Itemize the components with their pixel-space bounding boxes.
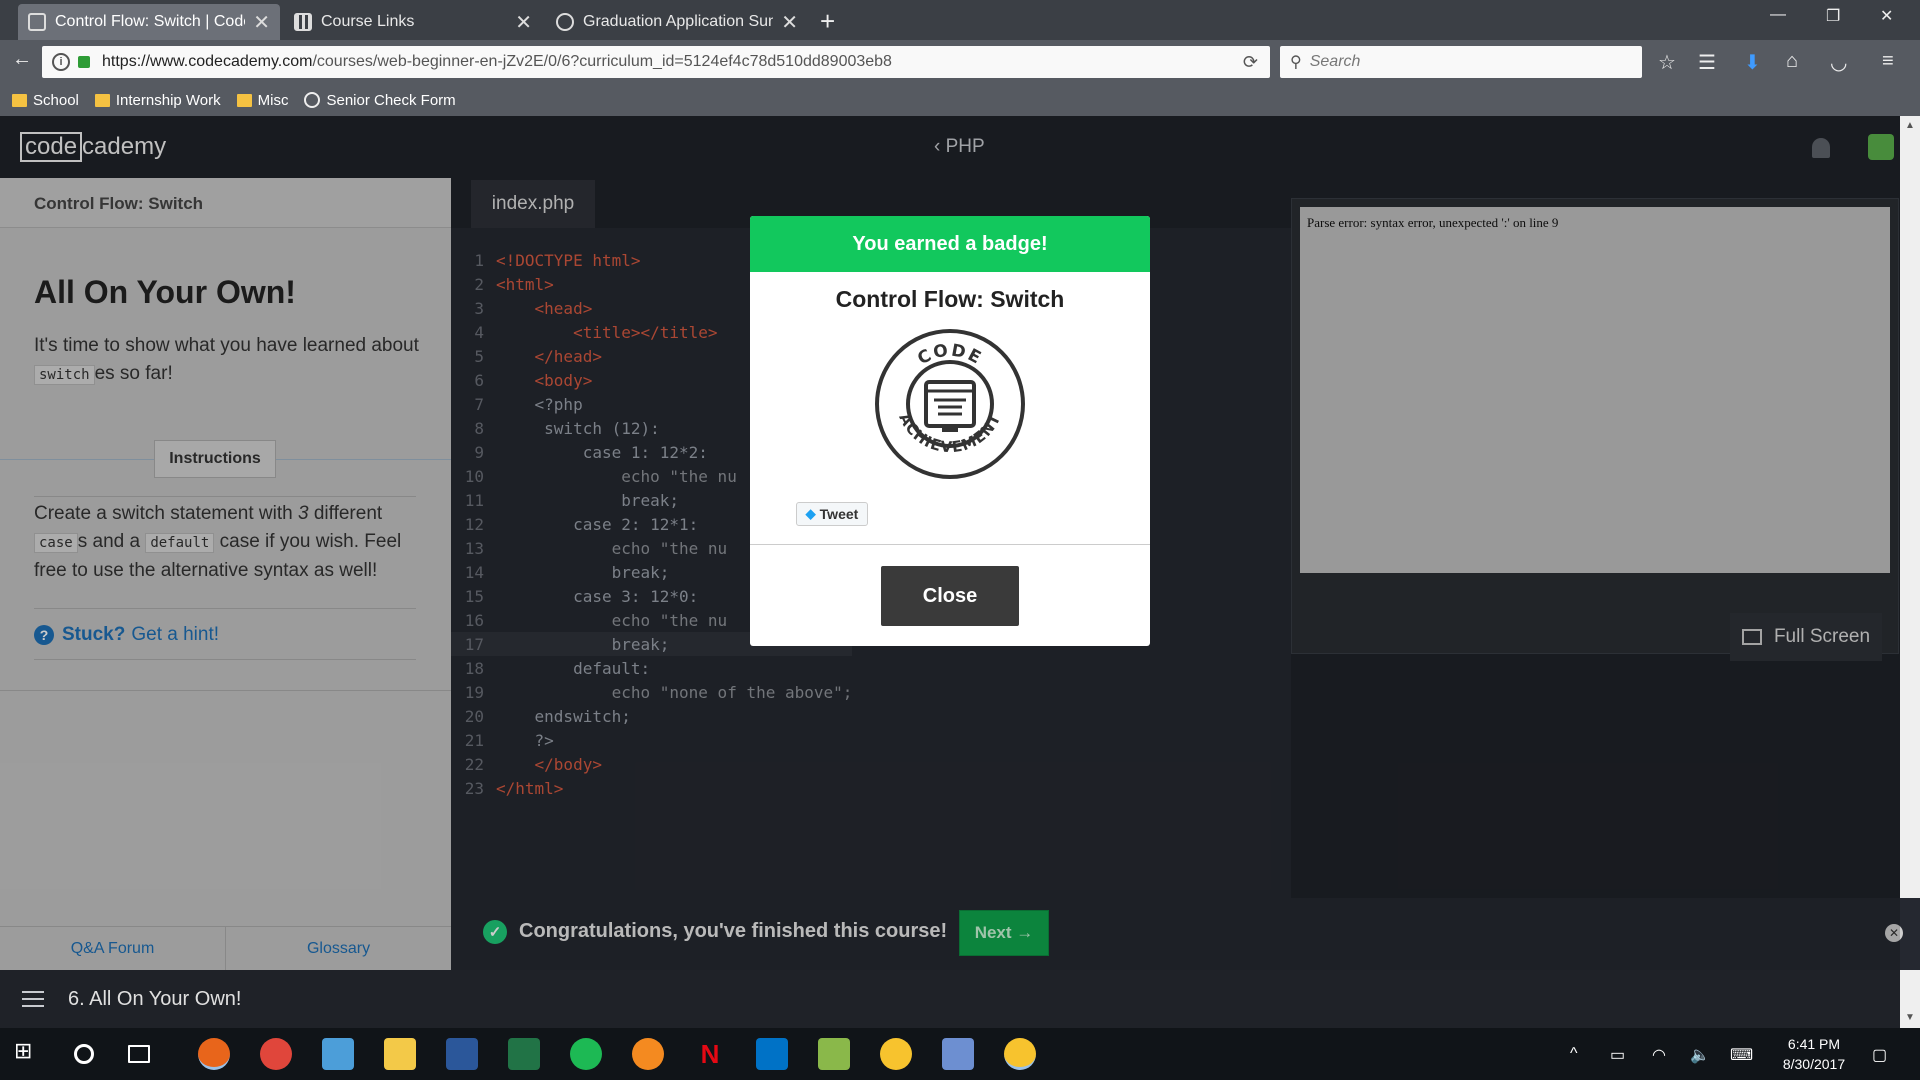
- chrome-icon[interactable]: [260, 1038, 292, 1070]
- home-icon[interactable]: ⌂: [1786, 50, 1798, 73]
- close-modal-button[interactable]: Close: [881, 566, 1019, 626]
- badge-bottom-text: ACHIEVEMENT: [895, 410, 1003, 456]
- search-placeholder: Search: [1309, 53, 1361, 70]
- close-window-icon[interactable]: ✕: [1880, 6, 1893, 26]
- codecademy-favicon-icon: [28, 13, 46, 31]
- twitter-bird-icon: ◆: [805, 506, 816, 521]
- bookmark-internship-work[interactable]: Internship Work: [94, 91, 221, 109]
- tab-label: Graduation Application Sum: [583, 13, 774, 30]
- lesson-number-title[interactable]: 6. All On Your Own!: [68, 988, 241, 1011]
- action-center-icon[interactable]: ▢: [1872, 1045, 1887, 1065]
- modal-title: Control Flow: Switch: [835, 286, 1065, 312]
- bookmark-label: Internship Work: [115, 91, 221, 109]
- code-achievement-badge-icon: CODE ACHIEVEMENT: [875, 329, 1025, 479]
- bookmark-label: School: [33, 91, 79, 109]
- browser-tabbar: Control Flow: Switch | Codec ✕ Course Li…: [0, 0, 1920, 40]
- close-tab-icon[interactable]: ✕: [781, 10, 798, 35]
- duck-icon[interactable]: [1004, 1038, 1036, 1070]
- tab-graduation-application[interactable]: Graduation Application Sum ✕: [546, 4, 808, 40]
- tab-control-flow[interactable]: Control Flow: Switch | Codec ✕: [18, 4, 280, 40]
- globe-icon: [304, 92, 321, 108]
- contacts-icon[interactable]: [322, 1038, 354, 1070]
- info-icon[interactable]: i: [52, 53, 70, 71]
- windows-taskbar: ⊞ N ^ ▭ ◠ 🔈 ⌨ 6:41 PM 8/30/2017 ▢: [0, 1028, 1920, 1080]
- browser-navbar: ← i https://www.codecademy.com /courses/…: [0, 40, 1920, 84]
- svg-text:ACHIEVEMENT: ACHIEVEMENT: [895, 410, 1004, 456]
- grid-favicon-icon: [294, 13, 312, 31]
- menu-icon[interactable]: ≡: [1882, 50, 1894, 73]
- spotify-icon[interactable]: [570, 1038, 602, 1070]
- pocket-icon[interactable]: ◡: [1830, 50, 1847, 75]
- bookmarks-bar: School Internship Work Misc Senior Check…: [0, 84, 1920, 116]
- bookmark-school[interactable]: School: [12, 92, 79, 109]
- scroll-down-icon[interactable]: ▼: [1905, 1012, 1915, 1023]
- bookmark-misc[interactable]: Misc: [236, 91, 289, 109]
- file-explorer-icon[interactable]: [384, 1038, 416, 1070]
- close-tab-icon[interactable]: ✕: [253, 10, 270, 35]
- excel-icon[interactable]: [508, 1038, 540, 1070]
- new-tab-button[interactable]: +: [820, 6, 835, 37]
- volume-muted-icon[interactable]: 🔈: [1690, 1045, 1710, 1065]
- back-arrow-icon[interactable]: ←: [12, 48, 32, 71]
- folder-icon: [94, 93, 110, 107]
- badge-modal: You earned a badge! Control Flow: Switch…: [750, 216, 1150, 646]
- wifi-icon[interactable]: ◠: [1652, 1045, 1666, 1065]
- badge-top-text: CODE: [914, 340, 983, 369]
- url-bar[interactable]: i https://www.codecademy.com /courses/we…: [42, 46, 1270, 78]
- battery-icon[interactable]: ▭: [1610, 1045, 1625, 1065]
- task-view-icon[interactable]: [128, 1045, 150, 1063]
- tab-label: Control Flow: Switch | Codec: [55, 13, 246, 30]
- download-icon[interactable]: ⬇: [1744, 50, 1761, 75]
- keyboard-icon[interactable]: ⌨: [1730, 1045, 1753, 1065]
- bookmark-label: Senior Check Form: [326, 91, 456, 109]
- word-icon[interactable]: [446, 1038, 478, 1070]
- scroll-up-icon[interactable]: ▲: [1905, 120, 1915, 131]
- modal-header: You earned a badge!: [750, 216, 1150, 272]
- minimize-icon[interactable]: —: [1770, 6, 1786, 24]
- bookmark-senior-check-form[interactable]: Senior Check Form: [304, 91, 456, 109]
- windows-start-icon[interactable]: ⊞: [14, 1038, 46, 1070]
- folder-icon: [236, 93, 252, 107]
- tweet-button[interactable]: ◆ Tweet: [796, 502, 868, 526]
- tab-label: Course Links: [321, 13, 415, 30]
- outlook-icon[interactable]: [756, 1038, 788, 1070]
- bookmark-label: Misc: [257, 91, 289, 109]
- page-scrollbar[interactable]: ▲ ▼: [1900, 116, 1920, 1028]
- tweet-label: Tweet: [819, 506, 859, 522]
- circle-favicon-icon: [556, 13, 574, 31]
- cortana-icon[interactable]: [74, 1044, 94, 1064]
- firefox-icon[interactable]: [198, 1038, 230, 1070]
- netflix-icon[interactable]: N: [694, 1038, 726, 1070]
- duck-icon[interactable]: [880, 1038, 912, 1070]
- tab-course-links[interactable]: Course Links ✕: [284, 4, 542, 40]
- clock-date[interactable]: 8/30/2017: [1774, 1056, 1854, 1072]
- lesson-bottom-bar: 6. All On Your Own!: [0, 970, 1900, 1028]
- divider: [750, 544, 1150, 545]
- hamburger-menu-icon[interactable]: [22, 991, 44, 1007]
- close-tab-icon[interactable]: ✕: [515, 10, 532, 35]
- clock-time[interactable]: 6:41 PM: [1774, 1036, 1854, 1052]
- svg-text:CODE: CODE: [914, 340, 985, 369]
- url-domain: https://www.codecademy.com: [102, 53, 313, 70]
- reader-list-icon[interactable]: ☰: [1698, 50, 1716, 75]
- show-hidden-icon[interactable]: ^: [1570, 1045, 1578, 1063]
- media-player-icon[interactable]: [632, 1038, 664, 1070]
- restore-icon[interactable]: ❐: [1826, 6, 1840, 26]
- search-icon: ⚲: [1290, 54, 1302, 71]
- folder-icon: [12, 93, 27, 107]
- search-input[interactable]: ⚲ Search: [1280, 46, 1642, 78]
- url-path: /courses/web-beginner-en-jZv2E/0/6?curri…: [312, 53, 892, 70]
- bookmark-star-icon[interactable]: ☆: [1658, 50, 1676, 75]
- network-app-icon[interactable]: [942, 1038, 974, 1070]
- lock-icon: [78, 56, 90, 68]
- app-icon[interactable]: [818, 1038, 850, 1070]
- reload-icon[interactable]: ⟳: [1243, 52, 1258, 73]
